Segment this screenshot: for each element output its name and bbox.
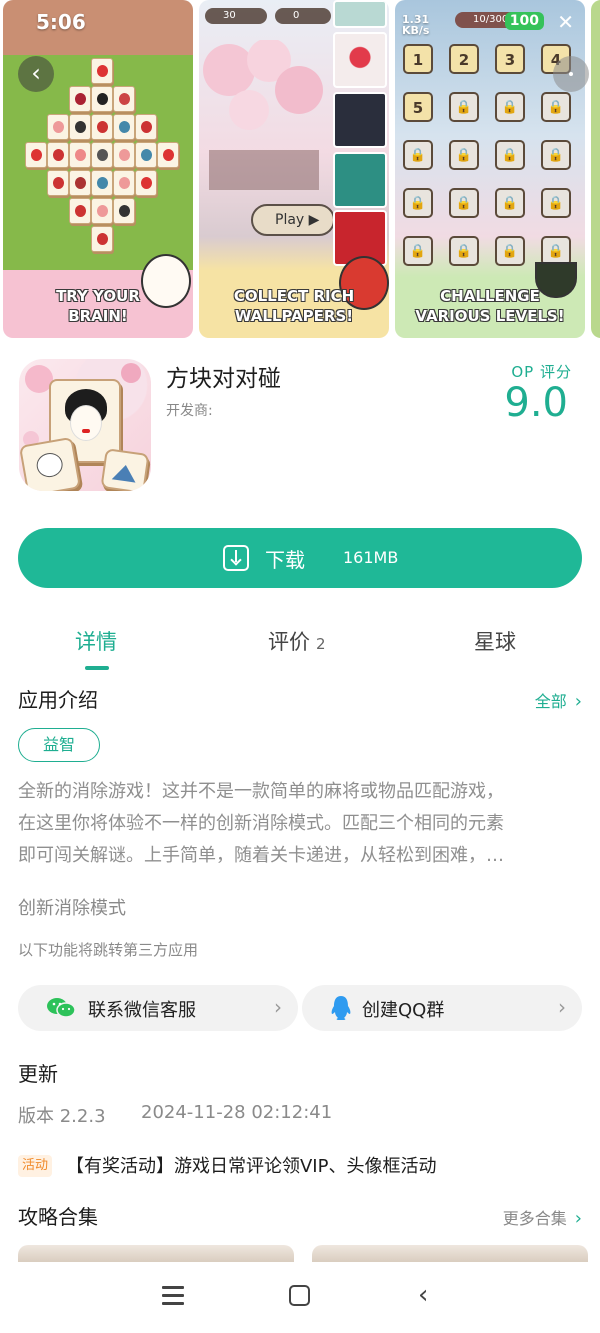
lock-icon: 🔒 [495, 236, 525, 266]
score-label: OP 评分 [511, 363, 572, 381]
home-button[interactable] [289, 1285, 310, 1306]
update-title: 更新 [18, 1062, 58, 1086]
play-button[interactable]: Play ▶ [251, 204, 335, 236]
back-nav-button[interactable]: ‹ [418, 1282, 428, 1308]
tab-indicator [85, 666, 109, 670]
intro-all-link[interactable]: 全部 › [535, 688, 582, 712]
system-nav-bar: ‹ [0, 1262, 600, 1333]
lock-icon: 🔒 [541, 188, 571, 218]
wechat-service-button[interactable]: 联系微信客服 › [18, 985, 298, 1031]
category-tag[interactable]: 益智 [18, 728, 100, 762]
chevron-right-icon: › [274, 995, 282, 1019]
download-label: 下载 [265, 548, 305, 572]
wallpaper-thumb-waves[interactable] [333, 152, 387, 208]
lock-icon: 🔒 [449, 140, 479, 170]
download-size: 161MB [343, 548, 399, 567]
app-icon [19, 359, 151, 491]
lock-icon: 🔒 [403, 188, 433, 218]
score-value: 9.0 [504, 380, 568, 426]
event-badge: 活动 [18, 1155, 53, 1177]
wallpaper-thumb-1[interactable] [333, 0, 387, 28]
qq-group-button[interactable]: 创建QQ群 › [302, 985, 582, 1031]
lock-icon: 🔒 [541, 140, 571, 170]
qq-icon [331, 996, 351, 1020]
wallpaper-thumb-night[interactable] [333, 92, 387, 148]
wechat-icon [47, 998, 76, 1018]
review-count: 2 [316, 635, 326, 653]
more-options-button[interactable] [553, 56, 589, 92]
third-party-note: 以下功能将跳转第三方应用 [18, 941, 199, 959]
back-button[interactable]: ‹ [18, 56, 54, 92]
update-date: 2024-11-28 02:12:41 [141, 1102, 333, 1123]
wallpaper-thumb-fuji[interactable] [333, 32, 387, 88]
screenshot-partial[interactable] [591, 0, 600, 338]
chevron-right-icon: › [558, 995, 566, 1019]
guides-title: 攻略合集 [18, 1205, 98, 1229]
status-time: 5:06 [36, 10, 86, 34]
level-5[interactable]: 5 [403, 92, 433, 122]
fuji-tile-icon [100, 448, 150, 491]
battery-icon: 100 [504, 12, 544, 30]
lock-icon: 🔒 [403, 236, 433, 266]
app-name: 方块对对碰 [166, 366, 281, 392]
shot2-caption: COLLECT RICH WALLPAPERS! [233, 287, 355, 325]
event-link[interactable]: 【有奖活动】游戏日常评论领VIP、头像框活动 [66, 1152, 436, 1178]
level-3[interactable]: 3 [495, 44, 525, 74]
lock-icon: 🔒 [449, 92, 479, 122]
tab-details[interactable]: 详情 [75, 626, 117, 656]
gem-counter: 0 [275, 8, 331, 24]
screenshot-carousel[interactable]: TRY YOUR BRAIN! 30 0 Play ▶ COLLECT RICH… [0, 0, 600, 340]
coin-counter: 30 [205, 8, 267, 24]
level-2[interactable]: 2 [449, 44, 479, 74]
shot1-caption: TRY YOUR BRAIN! [56, 287, 140, 325]
version-text: 版本 2.2.3 [18, 1106, 106, 1127]
wifi-off-icon: ✕ [557, 10, 574, 34]
lock-icon: 🔒 [495, 188, 525, 218]
level-1[interactable]: 1 [403, 44, 433, 74]
recent-apps-button[interactable] [162, 1286, 184, 1305]
developer-label: 开发商: [166, 403, 213, 419]
cherry-blossom-icon [203, 40, 323, 190]
lock-icon: 🔒 [495, 140, 525, 170]
lock-icon: 🔒 [449, 236, 479, 266]
status-icons: 100 ✕ [452, 10, 574, 36]
intro-title: 应用介绍 [18, 688, 98, 712]
lock-icon: 🔒 [541, 92, 571, 122]
status-net-speed: 1.31 KB/s [402, 13, 430, 37]
screenshot-try-your-brain[interactable]: TRY YOUR BRAIN! [3, 0, 193, 338]
more-guides-link[interactable]: 更多合集 › [503, 1205, 582, 1229]
lock-icon: 🔒 [403, 140, 433, 170]
tab-planet[interactable]: 星球 [474, 626, 516, 656]
screenshot-collect-wallpapers[interactable]: 30 0 Play ▶ COLLECT RICH WALLPAPERS! [199, 0, 389, 338]
chevron-right-icon: › [574, 691, 582, 712]
chevron-right-icon: › [574, 1208, 582, 1229]
lucky-cat-tile-icon [19, 436, 82, 491]
download-button[interactable]: 下载 161MB [18, 528, 582, 588]
tab-reviews[interactable]: 评价 2 [268, 626, 326, 656]
lock-icon: 🔒 [449, 188, 479, 218]
shot3-caption: CHALLENGE VARIOUS LEVELS! [415, 287, 565, 325]
download-icon [223, 545, 249, 571]
intro-subtitle: 创新消除模式 [18, 898, 126, 919]
screenshot-challenge-levels[interactable]: 10/3000 1 2 3 4 5 🔒 🔒 🔒 🔒 🔒 🔒 🔒 🔒 🔒 🔒 🔒 … [395, 0, 585, 338]
lock-icon: 🔒 [495, 92, 525, 122]
app-description: 全新的消除游戏！这并不是一款简单的麻将或物品匹配游戏， 在这里你将体验不一样的创… [18, 781, 504, 866]
